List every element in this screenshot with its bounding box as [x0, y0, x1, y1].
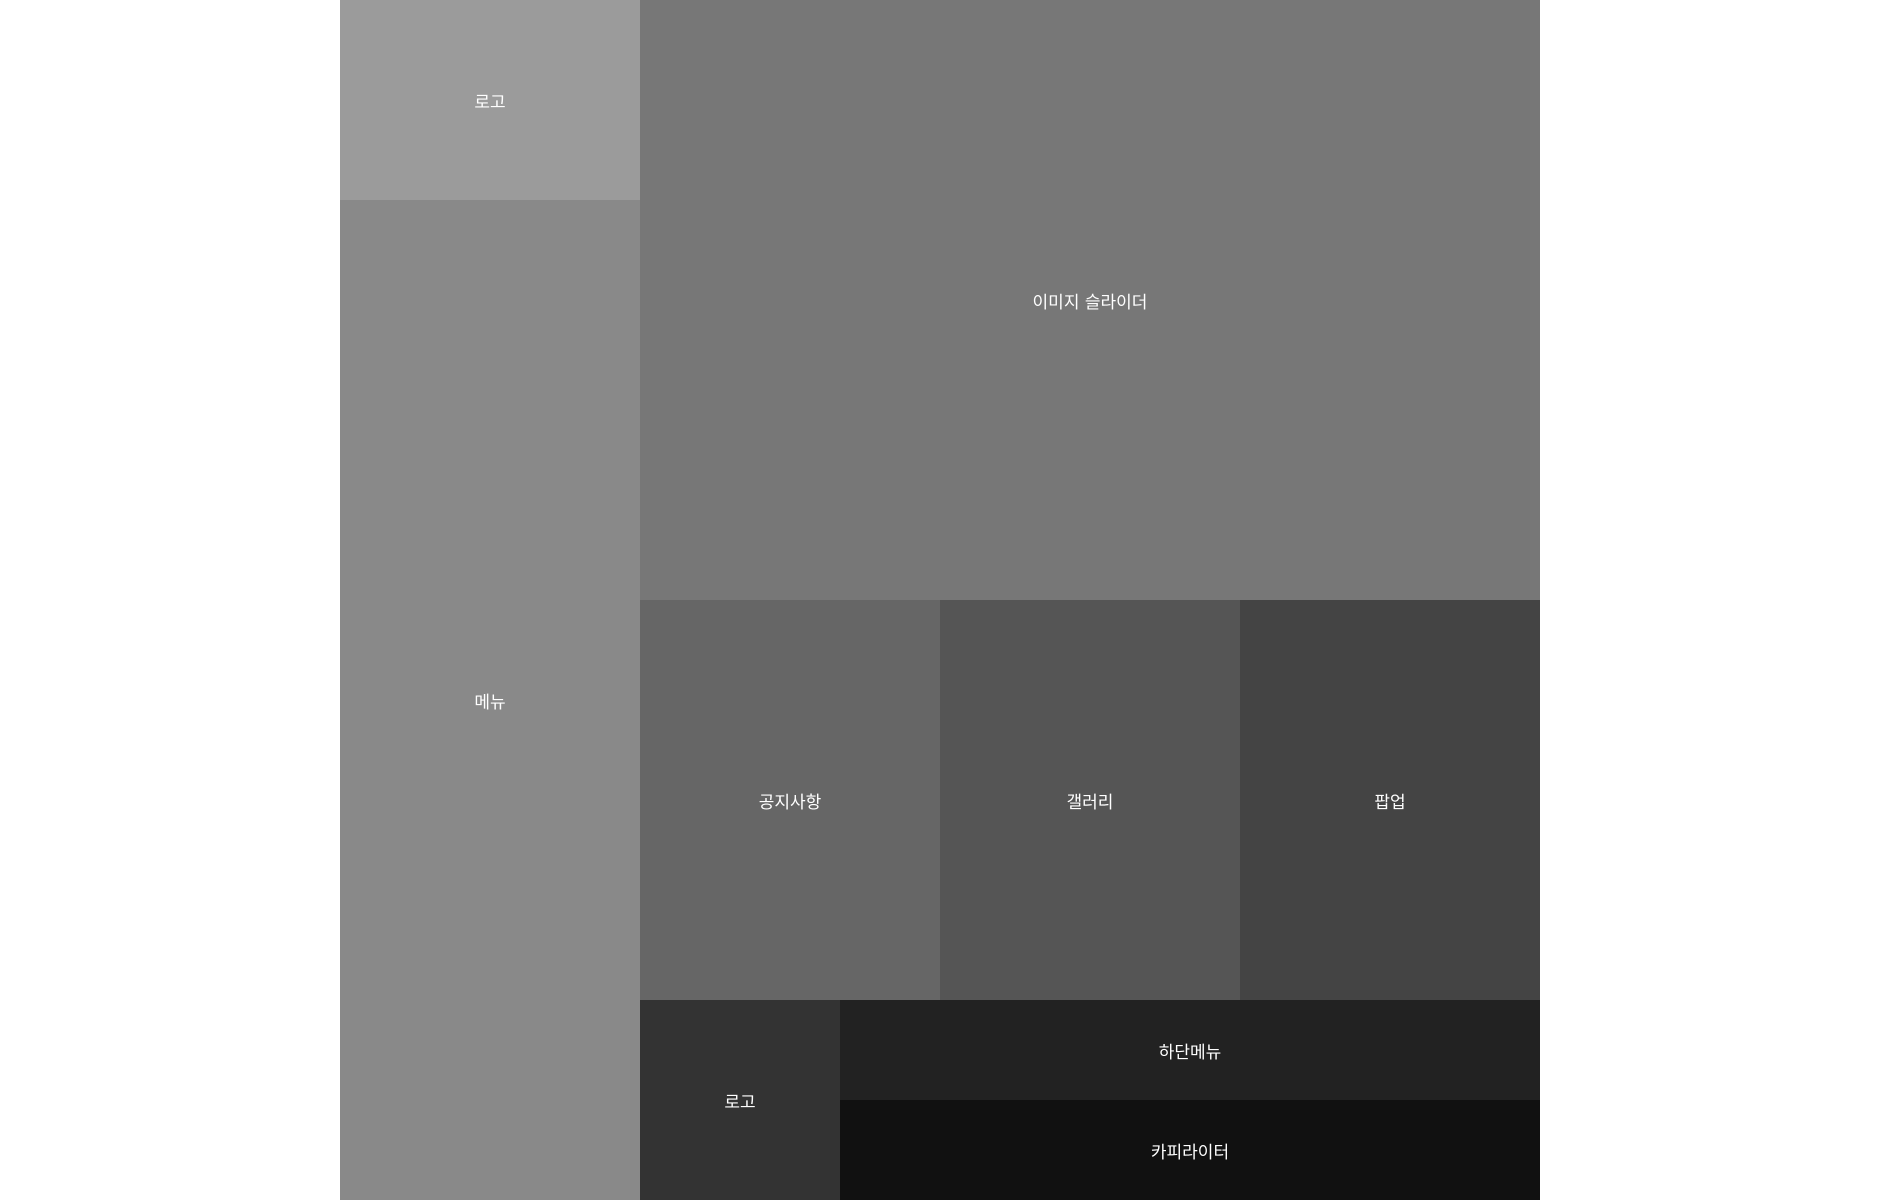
- image-slider-label: 이미지 슬라이더: [1032, 292, 1148, 313]
- footer-menu-label: 하단메뉴: [1158, 1042, 1222, 1063]
- footer-logo[interactable]: 로고: [640, 1000, 840, 1200]
- header-logo[interactable]: 로고: [340, 0, 640, 200]
- gallery-label: 갤러리: [1066, 792, 1114, 813]
- popup-label: 팝업: [1374, 792, 1406, 813]
- footer-logo-label: 로고: [724, 1092, 756, 1113]
- popup-section[interactable]: 팝업: [1240, 600, 1540, 1000]
- footer-menu[interactable]: 하단메뉴: [840, 1000, 1540, 1100]
- header-logo-label: 로고: [474, 92, 506, 113]
- copyright: 카피라이터: [840, 1100, 1540, 1200]
- header-menu-label: 메뉴: [474, 692, 506, 713]
- header-menu[interactable]: 메뉴: [340, 200, 640, 1200]
- notice-section[interactable]: 공지사항: [640, 600, 940, 1000]
- page-layout: 로고 메뉴 이미지 슬라이더 공지사항 갤러리 팝업 로고 하단메뉴 카피라이터: [340, 0, 1540, 1200]
- image-slider[interactable]: 이미지 슬라이더: [640, 0, 1540, 600]
- copyright-label: 카피라이터: [1150, 1142, 1230, 1163]
- gallery-section[interactable]: 갤러리: [940, 600, 1240, 1000]
- notice-label: 공지사항: [758, 792, 822, 813]
